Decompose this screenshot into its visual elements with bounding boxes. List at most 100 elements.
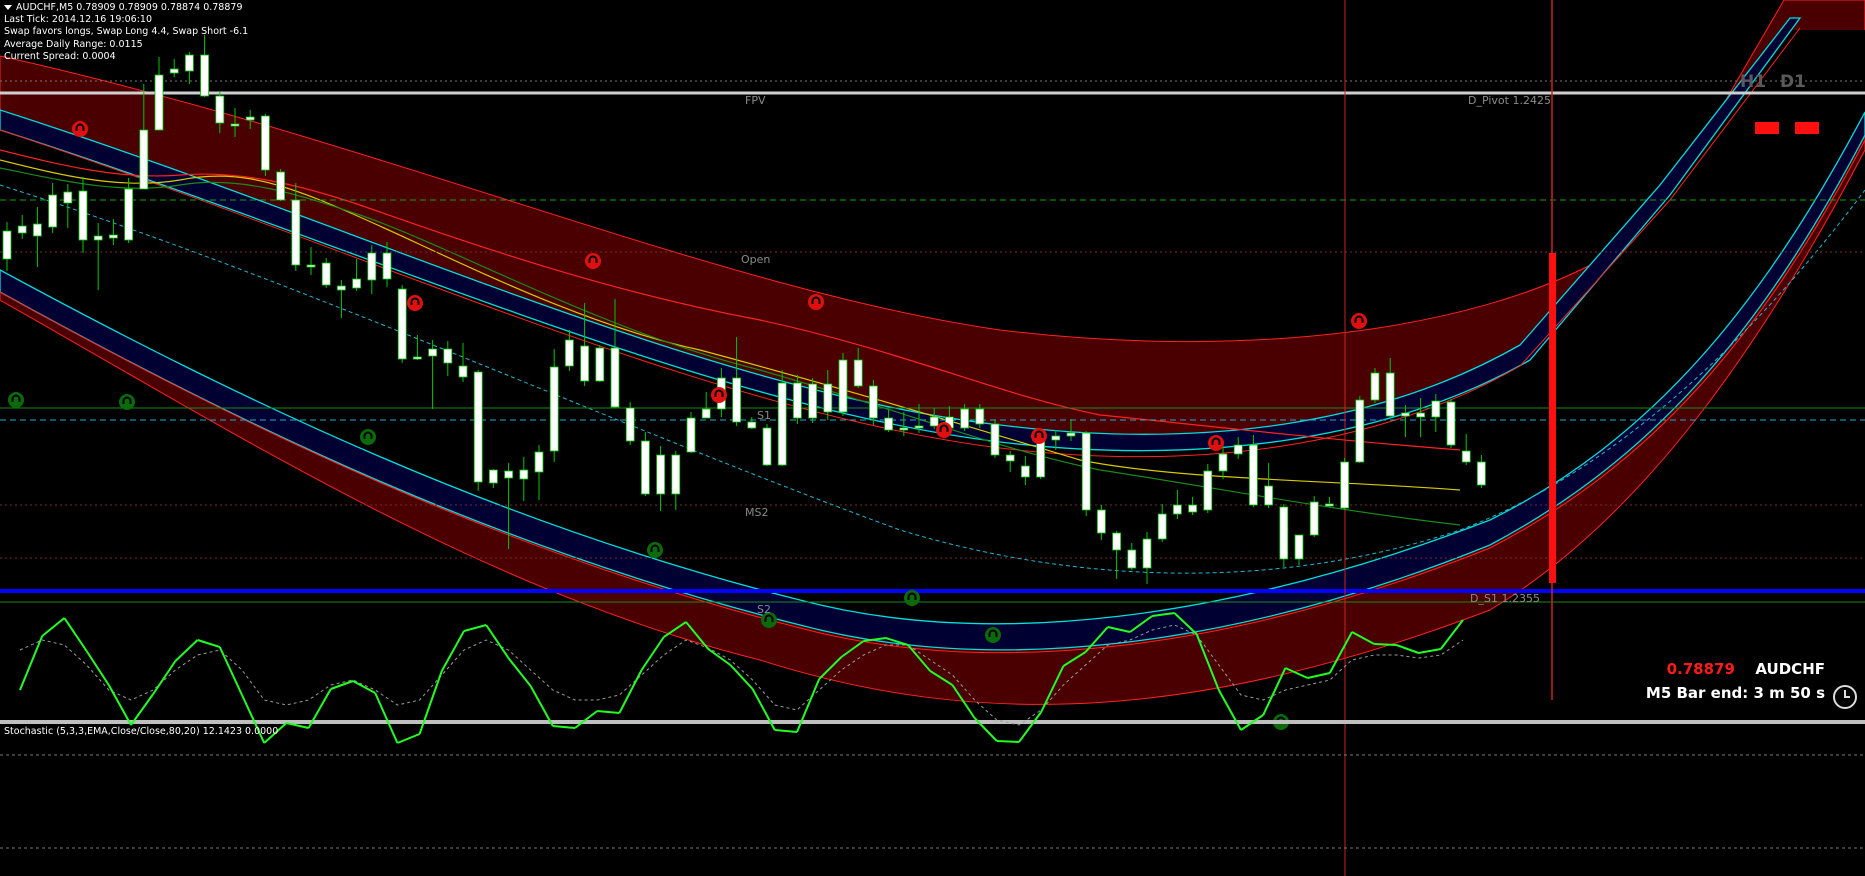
stochastic-main-segment <box>1374 643 1397 646</box>
buy-arrow-icon <box>985 627 1001 643</box>
candle-body <box>1340 461 1349 509</box>
label-fpv: FPV <box>745 94 766 107</box>
candle-body <box>747 421 757 429</box>
sell-arrow-icon <box>936 422 952 438</box>
candle-body <box>1249 444 1258 506</box>
candle-body <box>1051 435 1061 441</box>
candle-body <box>1021 465 1030 478</box>
candle-body <box>823 383 833 413</box>
candle-body <box>428 348 438 357</box>
current-price: 0.78879 <box>1666 660 1735 678</box>
last-tick: Last Tick: 2014.12.16 19:06:10 <box>4 14 152 26</box>
candle-body <box>1401 412 1410 417</box>
candle-body <box>762 427 772 466</box>
candle-body <box>1294 534 1304 560</box>
price-chart <box>0 0 1865 876</box>
candle-body <box>1264 485 1273 506</box>
candle-body <box>48 194 57 228</box>
candle-body <box>656 454 665 495</box>
candle-body <box>808 383 817 419</box>
candle-body <box>1188 504 1197 513</box>
sell-arrow-icon <box>72 121 88 137</box>
timeframe-h1[interactable]: H1 <box>1740 72 1766 92</box>
chart-info-panel: AUDCHF,M5 0.78909 0.78909 0.78874 0.7887… <box>4 2 248 63</box>
candle-body <box>367 252 377 281</box>
candle-body <box>488 469 498 484</box>
candle-body <box>291 199 301 266</box>
candle-body <box>473 371 483 483</box>
candle-body <box>1066 432 1076 437</box>
panel-separator <box>0 720 1865 724</box>
candle-body <box>960 408 969 429</box>
candle-body <box>580 345 589 382</box>
candle-body <box>276 171 286 201</box>
candle-body <box>17 225 27 234</box>
current-price-box: 0.78879 AUDCHF <box>1667 660 1825 678</box>
candle-body <box>838 359 848 413</box>
swap-info: Swap favors longs, Swap Long 4.4, Swap S… <box>4 26 249 38</box>
stochastic-main-segment <box>996 740 1020 743</box>
candle-body <box>504 470 514 479</box>
candle-body <box>1112 532 1121 551</box>
candle-body <box>899 427 909 431</box>
buy-arrow-icon <box>360 429 376 445</box>
collapse-triangle-icon[interactable] <box>4 5 12 10</box>
candle-body <box>321 262 331 286</box>
candle-body <box>1370 372 1380 401</box>
candle-body <box>63 191 73 204</box>
candle-body <box>1173 504 1182 515</box>
candle-body <box>260 115 270 171</box>
candle-body <box>230 123 240 127</box>
label-open: Open <box>741 253 771 266</box>
current-bar-red <box>1549 253 1556 583</box>
buy-arrow-icon <box>647 542 663 558</box>
candle-body <box>549 366 559 452</box>
candle-body <box>1036 439 1045 478</box>
candle-body <box>1157 513 1167 540</box>
label-s2: S2 <box>757 603 771 616</box>
candle-body <box>1142 538 1152 569</box>
candle-body <box>1309 501 1319 536</box>
candle-body <box>625 407 635 442</box>
bar-end-timer: M5 Bar end: 3 m 50 s <box>1645 684 1825 702</box>
candle-body <box>2 230 12 260</box>
candle-body <box>412 356 422 360</box>
candle-body <box>1325 503 1334 507</box>
symbol-line: AUDCHF,M5 0.78909 0.78909 0.78874 0.7887… <box>16 2 243 13</box>
buy-arrow-icon <box>904 590 920 606</box>
candle-body <box>1005 454 1015 462</box>
candle-body <box>534 451 544 473</box>
candle-body <box>382 252 392 280</box>
candle-body <box>686 417 696 453</box>
timeframe-d1[interactable]: D1 <box>1780 72 1806 92</box>
label-s1: S1 <box>757 409 771 422</box>
sell-arrow-icon <box>1351 313 1367 329</box>
h1-trend-marker <box>1755 122 1779 134</box>
candle-body <box>595 347 605 382</box>
label-ms2: MS2 <box>745 506 769 519</box>
candle-body <box>641 440 650 495</box>
sell-arrow-icon <box>808 294 824 310</box>
candle-body <box>990 423 1000 456</box>
sell-arrow-icon <box>1208 435 1224 451</box>
candle-body <box>336 285 346 291</box>
current-symbol: AUDCHF <box>1755 660 1825 678</box>
candle-body <box>78 190 88 241</box>
candle-body <box>853 359 863 387</box>
buy-arrow-icon <box>119 394 135 410</box>
clock-icon <box>1833 685 1857 709</box>
candle-body <box>975 408 985 425</box>
candle-body <box>519 469 529 480</box>
candle-body <box>1081 432 1091 511</box>
d1-trend-marker <box>1795 122 1819 134</box>
current-spread: Current Spread: 0.0004 <box>4 50 116 62</box>
candle-body <box>793 382 802 419</box>
candle-body <box>139 129 149 190</box>
candle-body <box>93 235 103 241</box>
candle-body <box>1446 401 1456 446</box>
stochastic-label: Stochastic (5,3,3,EMA,Close/Close,80,20)… <box>4 726 279 737</box>
label-d-s1: D_S1 1.2355 <box>1470 592 1540 605</box>
candle-body <box>306 264 316 268</box>
candle-body <box>215 95 225 124</box>
candle-body <box>1218 453 1228 472</box>
